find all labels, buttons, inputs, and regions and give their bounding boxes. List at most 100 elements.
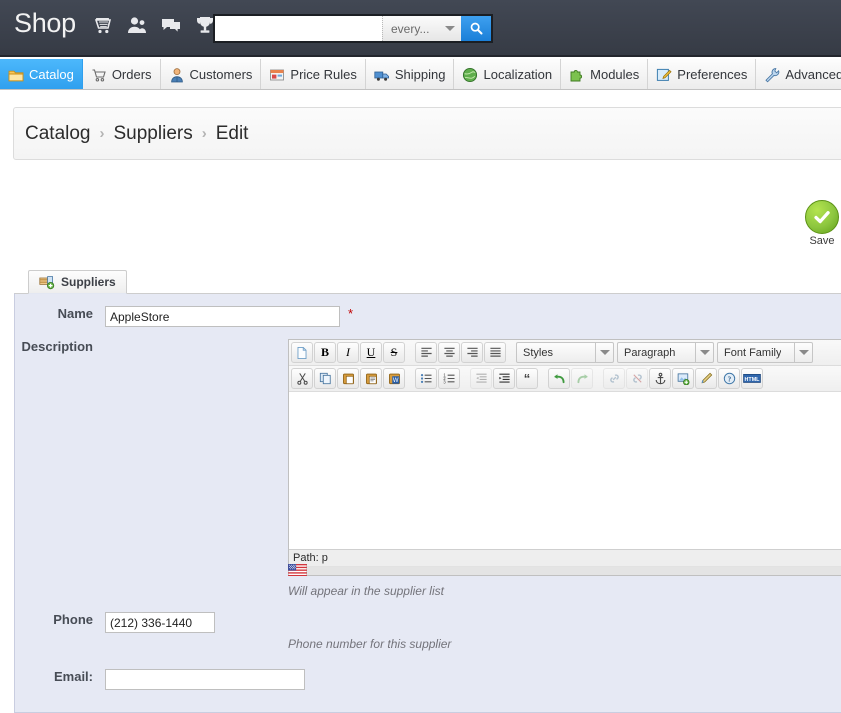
link-icon[interactable] bbox=[603, 368, 625, 389]
search-input[interactable] bbox=[215, 16, 382, 41]
search-button[interactable] bbox=[461, 16, 491, 41]
chevron-down-icon bbox=[700, 350, 710, 355]
fontfamily-select-label: Font Family bbox=[724, 346, 782, 359]
html-icon[interactable]: HTML bbox=[741, 368, 763, 389]
wrench-icon bbox=[764, 67, 780, 83]
svg-text:W: W bbox=[392, 378, 398, 384]
nav-item-orders[interactable]: Orders bbox=[83, 59, 161, 89]
image-icon[interactable] bbox=[672, 368, 694, 389]
align-left-icon[interactable] bbox=[415, 342, 437, 363]
indent-icon[interactable] bbox=[493, 368, 515, 389]
save-button[interactable]: Save bbox=[803, 200, 841, 247]
redo-icon[interactable] bbox=[571, 368, 593, 389]
search-scope-label: every... bbox=[391, 21, 430, 36]
svg-text:3: 3 bbox=[443, 380, 446, 385]
styles-select[interactable]: Styles bbox=[516, 342, 614, 363]
copy-icon[interactable] bbox=[314, 368, 336, 389]
cut-icon[interactable] bbox=[291, 368, 313, 389]
email-input[interactable] bbox=[105, 669, 305, 690]
cart-icon bbox=[91, 67, 107, 83]
bullist-icon[interactable] bbox=[415, 368, 437, 389]
editor-toolbar-row-2: W 123 “ ? HTML bbox=[289, 366, 841, 392]
global-search: every... bbox=[213, 14, 493, 43]
anchor-icon[interactable] bbox=[649, 368, 671, 389]
help-icon[interactable]: ? bbox=[718, 368, 740, 389]
nav-label: Customers bbox=[189, 67, 253, 82]
us-flag-icon bbox=[287, 563, 444, 581]
pricetag-icon bbox=[269, 67, 285, 83]
nav-label: Preferences bbox=[677, 67, 748, 82]
customers-icon[interactable] bbox=[126, 14, 148, 36]
tab-label: Suppliers bbox=[61, 275, 116, 289]
paste-icon[interactable] bbox=[337, 368, 359, 389]
puzzle-icon bbox=[569, 67, 585, 83]
field-row-email: Email: bbox=[0, 669, 305, 690]
phone-label: Phone bbox=[53, 612, 93, 627]
nav-label: Catalog bbox=[29, 67, 74, 82]
italic-icon[interactable]: I bbox=[337, 342, 359, 363]
description-hint: Will appear in the supplier list bbox=[288, 584, 444, 598]
outdent-icon[interactable] bbox=[470, 368, 492, 389]
description-hints: Will appear in the supplier list bbox=[287, 563, 444, 598]
chevron-down-icon bbox=[600, 350, 610, 355]
styles-select-label: Styles bbox=[523, 346, 553, 359]
phone-input[interactable] bbox=[105, 612, 215, 633]
field-row-name: Name * bbox=[0, 306, 600, 327]
breadcrumb-separator-icon: › bbox=[99, 125, 105, 142]
email-label: Email: bbox=[53, 669, 93, 684]
check-icon bbox=[805, 200, 839, 234]
required-marker: * bbox=[348, 306, 354, 321]
paste-text-icon[interactable] bbox=[360, 368, 382, 389]
globe-icon bbox=[462, 67, 478, 83]
blockquote-icon[interactable]: “ bbox=[516, 368, 538, 389]
underline-icon[interactable]: U bbox=[360, 342, 382, 363]
nav-item-localization[interactable]: Localization bbox=[454, 59, 562, 89]
content-area: Catalog › Suppliers › Edit Suppliers Sav… bbox=[0, 91, 841, 713]
breadcrumb-item-edit: Edit bbox=[215, 122, 249, 144]
strikethrough-icon[interactable]: S bbox=[383, 342, 405, 363]
nav-item-advanced-parameters[interactable]: Advanced Parameters bbox=[756, 59, 841, 89]
nav-item-preferences[interactable]: Preferences bbox=[648, 59, 757, 89]
newdocument-icon[interactable] bbox=[291, 342, 313, 363]
fontfamily-select[interactable]: Font Family bbox=[717, 342, 813, 363]
nav-label: Modules bbox=[590, 67, 640, 82]
truck-icon bbox=[374, 67, 390, 83]
nav-item-price-rules[interactable]: Price Rules bbox=[261, 59, 366, 89]
numlist-icon[interactable]: 123 bbox=[438, 368, 460, 389]
shop-logo[interactable]: Shop bbox=[14, 8, 76, 39]
cleanup-icon[interactable] bbox=[695, 368, 717, 389]
nav-label: Advanced Parameters bbox=[785, 67, 841, 82]
header-icon-group bbox=[92, 14, 216, 36]
nav-item-modules[interactable]: Modules bbox=[561, 59, 649, 89]
unlink-icon[interactable] bbox=[626, 368, 648, 389]
breadcrumb: Catalog › Suppliers › Edit bbox=[14, 123, 248, 145]
nav-label: Localization bbox=[483, 67, 553, 82]
breadcrumb-item-catalog[interactable]: Catalog bbox=[25, 123, 91, 145]
align-center-icon[interactable] bbox=[438, 342, 460, 363]
customer-icon bbox=[169, 67, 185, 83]
chevron-down-icon bbox=[445, 26, 456, 31]
undo-icon[interactable] bbox=[548, 368, 570, 389]
name-label: Name bbox=[57, 306, 93, 321]
bold-icon[interactable]: B bbox=[314, 342, 336, 363]
chevron-down-icon bbox=[799, 350, 809, 355]
nav-label: Orders bbox=[111, 67, 152, 82]
messages-icon[interactable] bbox=[160, 14, 182, 36]
search-icon bbox=[470, 22, 483, 35]
editor-toolbar-row-1: B I U S Styles Paragraph Font Family bbox=[289, 340, 841, 366]
nav-item-shipping[interactable]: Shipping bbox=[366, 59, 455, 89]
tab-suppliers[interactable]: Suppliers bbox=[28, 270, 127, 294]
align-justify-icon[interactable] bbox=[484, 342, 506, 363]
name-input[interactable] bbox=[105, 306, 340, 327]
paste-word-icon[interactable]: W bbox=[383, 368, 405, 389]
nav-label: Price Rules bbox=[290, 67, 357, 82]
breadcrumb-item-suppliers[interactable]: Suppliers bbox=[114, 123, 193, 145]
nav-item-customers[interactable]: Customers bbox=[161, 59, 262, 89]
folder-icon bbox=[8, 67, 24, 83]
paragraph-select[interactable]: Paragraph bbox=[617, 342, 714, 363]
editor-content-area[interactable] bbox=[289, 392, 841, 550]
nav-item-catalog[interactable]: Catalog bbox=[0, 59, 83, 89]
search-scope-select[interactable]: every... bbox=[382, 16, 462, 41]
align-right-icon[interactable] bbox=[461, 342, 483, 363]
cart-icon[interactable] bbox=[92, 14, 114, 36]
